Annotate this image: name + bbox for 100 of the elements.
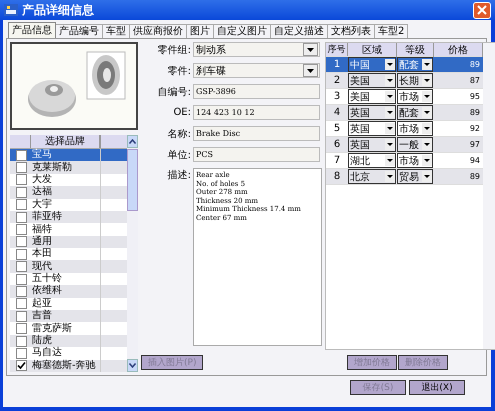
scroll-thumb[interactable] <box>127 148 138 211</box>
checkbox[interactable] <box>16 274 26 285</box>
scrollbar[interactable] <box>127 134 138 372</box>
brand-name: 陆虎 <box>32 335 52 347</box>
brand-row[interactable]: 依维科 <box>10 285 127 298</box>
scroll-down-button[interactable] <box>127 359 138 372</box>
brand-name: 本田 <box>32 248 53 260</box>
checkbox[interactable] <box>16 162 26 174</box>
checkbox[interactable] <box>16 224 26 235</box>
brand-name: 马自达 <box>32 347 63 360</box>
grade-dropdown[interactable]: 长期 <box>397 73 433 88</box>
region-dropdown[interactable]: 中国 <box>348 57 396 72</box>
region-dropdown[interactable]: 英国 <box>348 137 396 152</box>
tab[interactable]: 供应商报价 <box>130 24 187 38</box>
tab[interactable]: 车型2 <box>375 24 408 38</box>
column-header: 序号 <box>326 43 348 56</box>
row-number: 4 <box>332 107 342 118</box>
dropdown-field[interactable]: 刹车碟 <box>193 63 320 78</box>
caret-icon <box>387 143 393 146</box>
close-button[interactable] <box>473 2 491 18</box>
caret-icon <box>424 175 430 178</box>
region-dropdown[interactable]: 英国 <box>348 121 396 136</box>
price-row[interactable]: 8 北京 贸易 89 <box>326 169 483 185</box>
text-field[interactable]: 124 423 10 12 <box>193 105 320 120</box>
scroll-up-button[interactable] <box>127 134 138 148</box>
brand-row[interactable]: 克莱斯勒 <box>10 161 127 174</box>
tab[interactable]: 自定义图片 <box>214 24 271 38</box>
caret-icon <box>307 68 314 72</box>
tab[interactable]: 产品编号 <box>56 24 103 38</box>
grade-dropdown[interactable]: 一般 <box>397 137 433 152</box>
caret-icon <box>387 95 393 98</box>
dropdown-field[interactable]: 制动系 <box>193 42 320 57</box>
grade-dropdown[interactable]: 市场 <box>397 153 433 168</box>
checkbox[interactable] <box>16 236 26 248</box>
row-number: 2 <box>332 75 342 86</box>
price-cell-text: 89 <box>468 172 480 181</box>
brand-name: 大发 <box>32 174 53 186</box>
price-row[interactable]: 5 英国 市场 92 <box>326 121 483 137</box>
brand-row[interactable]: 菲亚特 <box>10 210 127 224</box>
caret-icon <box>424 95 430 98</box>
price-cell-text: 97 <box>468 140 480 149</box>
price-row[interactable]: 7 湖北 市场 94 <box>326 153 483 169</box>
brand-row[interactable]: 达福 <box>10 186 127 199</box>
checkbox[interactable] <box>16 174 26 186</box>
price-row[interactable]: 3 美国 市场 95 <box>326 89 483 105</box>
caret-icon <box>424 111 430 114</box>
grade-dropdown[interactable]: 市场 <box>397 89 433 104</box>
checkbox[interactable] <box>16 323 26 334</box>
field-label: 名称: <box>166 128 191 140</box>
checkbox[interactable] <box>16 336 26 347</box>
price-cell-text: 95 <box>468 92 480 101</box>
row-number: 5 <box>332 123 342 134</box>
grade-dropdown[interactable]: 贸易 <box>397 169 433 184</box>
tab[interactable]: 文档列表 <box>328 24 375 38</box>
checkbox[interactable] <box>16 261 26 272</box>
brand-row[interactable]: 陆虎 <box>10 334 127 348</box>
text-field[interactable]: GSP-3896 <box>193 84 320 99</box>
price-row[interactable]: 2 美国 长期 87 <box>326 73 483 89</box>
checkbox[interactable] <box>16 310 26 322</box>
price-row[interactable]: 6 英国 一般 97 <box>326 137 483 153</box>
row-number: 7 <box>332 155 342 166</box>
checkbox[interactable] <box>16 286 26 297</box>
footer-button[interactable]: 退出(X) <box>409 380 465 395</box>
checkbox[interactable] <box>16 150 26 161</box>
checkbox[interactable] <box>16 212 26 223</box>
region-dropdown[interactable]: 北京 <box>348 169 396 184</box>
grade-dropdown[interactable]: 配套 <box>397 105 433 120</box>
checkbox[interactable] <box>16 186 26 198</box>
caret-icon <box>307 48 314 52</box>
price-row[interactable]: 1 中国 配套 89 <box>326 57 483 73</box>
checkbox[interactable] <box>16 248 26 260</box>
region-dropdown[interactable]: 湖北 <box>348 153 396 168</box>
grade-dropdown[interactable]: 配套 <box>397 57 433 72</box>
checkbox[interactable] <box>16 298 26 310</box>
brand-row[interactable]: 吉普 <box>10 310 127 322</box>
tab[interactable]: 车型 <box>103 24 130 38</box>
caret-down-icon <box>129 363 136 368</box>
app-icon <box>4 4 18 16</box>
checkbox[interactable] <box>16 348 26 359</box>
region-dropdown[interactable]: 美国 <box>348 73 396 88</box>
tab[interactable]: 产品信息 <box>8 22 56 38</box>
checkbox[interactable] <box>16 199 26 210</box>
brand-row[interactable]: 宝马 <box>10 148 127 162</box>
caret-icon <box>424 63 430 66</box>
check-icon <box>16 361 26 370</box>
brand-row[interactable]: 梅塞德斯-奔驰 <box>10 360 127 372</box>
brand-row[interactable]: 现代 <box>10 260 127 273</box>
brand-row[interactable]: 通用 <box>10 236 127 248</box>
price-row[interactable]: 4 英国 配套 89 <box>326 105 483 121</box>
tab[interactable]: 图片 <box>187 24 214 38</box>
row-number: 1 <box>332 59 342 70</box>
text-field[interactable]: PCS <box>193 147 320 162</box>
checkbox[interactable] <box>16 360 26 372</box>
tab[interactable]: 自定义描述 <box>271 24 328 38</box>
text-field[interactable]: Brake Disc <box>193 126 320 141</box>
region-dropdown[interactable]: 英国 <box>348 105 396 120</box>
region-dropdown[interactable]: 美国 <box>348 89 396 104</box>
grade-dropdown[interactable]: 市场 <box>397 121 433 136</box>
brand-name: 雷克萨斯 <box>32 322 73 334</box>
field-label: OE: <box>172 107 191 118</box>
